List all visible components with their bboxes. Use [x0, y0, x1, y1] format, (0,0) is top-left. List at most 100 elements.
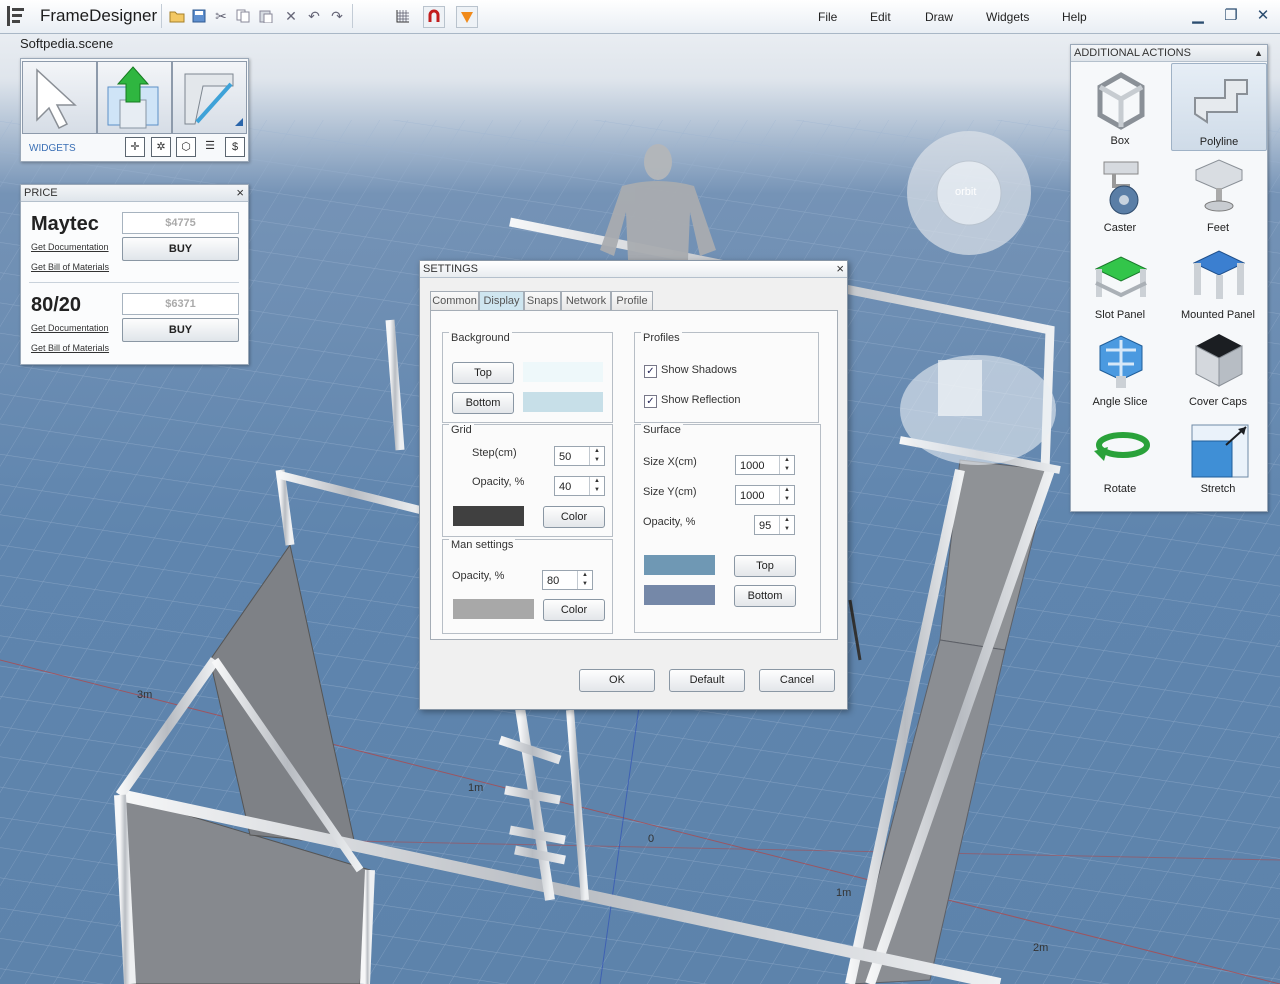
ok-button[interactable]: OK — [579, 669, 655, 692]
cursor-icon — [36, 68, 77, 130]
save-icon[interactable] — [189, 6, 209, 26]
menu-widgets[interactable]: Widgets — [986, 10, 1029, 24]
background-top-button[interactable]: Top — [452, 362, 514, 384]
close-icon[interactable]: × — [236, 185, 244, 201]
app-logo-icon — [6, 5, 26, 27]
menu-help[interactable]: Help — [1062, 10, 1087, 24]
tab-common[interactable]: Common — [430, 291, 479, 312]
spinner-arrows-icon[interactable]: ▲ ▼ — [589, 447, 604, 465]
menu-draw[interactable]: Draw — [925, 10, 953, 24]
surface-group-title: Surface — [641, 424, 683, 436]
restore-icon[interactable]: ❐ — [1220, 6, 1242, 26]
minimize-icon[interactable]: ▁ — [1187, 6, 1209, 26]
box-icon — [1097, 72, 1145, 130]
cube-widget-icon[interactable]: ⬡ — [176, 137, 196, 157]
draw-profile-tool-button[interactable] — [172, 61, 247, 134]
bill-of-materials-link[interactable]: Get Bill of Materials — [31, 343, 109, 353]
grid-color-swatch[interactable] — [453, 506, 524, 526]
settings-title: SETTINGS — [423, 263, 479, 275]
action-feet[interactable]: Feet — [1171, 150, 1265, 236]
action-polyline[interactable]: Polyline — [1171, 63, 1267, 151]
tab-snaps[interactable]: Snaps — [524, 291, 561, 312]
scale-label-3m: 3m — [137, 689, 153, 701]
delete-icon[interactable]: ✕ — [281, 6, 301, 26]
size-y-spinner[interactable]: 1000 ▲ ▼ — [735, 485, 795, 505]
surface-opacity-spinner[interactable]: 95 ▲ ▼ — [754, 515, 795, 535]
spinner-arrows-icon[interactable]: ▲ ▼ — [779, 486, 794, 504]
slot-panel-icon — [1094, 256, 1148, 298]
action-angle-slice[interactable]: Angle Slice — [1073, 324, 1167, 410]
show-shadows-label: Show Shadows — [661, 364, 737, 376]
grid-opacity-label: Opacity, % — [472, 476, 525, 488]
settings-dialog: SETTINGS × Common Display Snaps Network … — [419, 260, 848, 710]
show-reflection-checkbox[interactable]: ✓ — [644, 395, 657, 408]
surface-top-button[interactable]: Top — [734, 555, 796, 577]
man-color-swatch[interactable] — [453, 599, 534, 619]
scale-label-1m-left: 1m — [468, 782, 484, 794]
surface-bottom-swatch[interactable] — [644, 585, 715, 605]
action-stretch[interactable]: Stretch — [1171, 411, 1265, 497]
action-box[interactable]: Box — [1073, 63, 1167, 149]
grid-icon[interactable] — [393, 6, 413, 26]
snap-icon[interactable] — [456, 6, 478, 28]
price-widget-icon[interactable]: $ — [225, 137, 245, 157]
action-rotate[interactable]: Rotate — [1073, 411, 1167, 497]
grid-opacity-value: 40 — [559, 481, 572, 493]
action-cover-caps[interactable]: Cover Caps — [1171, 324, 1265, 410]
action-slot-panel[interactable]: Slot Panel — [1073, 237, 1167, 323]
grid-step-spinner[interactable]: 50 ▲ ▼ — [554, 446, 605, 466]
cut-icon[interactable]: ✂ — [211, 6, 231, 26]
spinner-arrows-icon[interactable]: ▲ ▼ — [779, 516, 794, 534]
action-caster[interactable]: Caster — [1073, 150, 1167, 236]
spinner-arrows-icon[interactable]: ▲ ▼ — [577, 571, 592, 589]
insert-tool-button[interactable] — [97, 61, 172, 134]
undo-icon[interactable]: ↶ — [304, 6, 324, 26]
copy-icon[interactable] — [233, 6, 253, 26]
grid-opacity-spinner[interactable]: 40 ▲ ▼ — [554, 476, 605, 496]
spinner-arrows-icon[interactable]: ▲ ▼ — [589, 477, 604, 495]
background-bottom-swatch[interactable] — [523, 392, 603, 412]
redo-icon[interactable]: ↷ — [327, 6, 347, 26]
toolbar-separator — [161, 4, 162, 28]
paste-icon[interactable] — [256, 6, 276, 26]
man-opacity-spinner[interactable]: 80 ▲ ▼ — [542, 570, 593, 590]
tab-profile[interactable]: Profile — [611, 291, 653, 312]
default-button[interactable]: Default — [669, 669, 745, 692]
additional-actions-header: ADDITIONAL ACTIONS ▲ — [1071, 45, 1267, 62]
profiles-group-title: Profiles — [641, 332, 682, 344]
man-color-button[interactable]: Color — [543, 599, 605, 621]
rotate-widget-icon[interactable]: ✲ — [151, 137, 171, 157]
background-top-swatch[interactable] — [523, 362, 603, 382]
origin-label: 0 — [648, 833, 655, 845]
list-widget-icon[interactable]: ☰ — [201, 137, 219, 155]
menu-file[interactable]: File — [818, 10, 837, 24]
buy-button[interactable]: BUY — [122, 318, 239, 342]
move-widget-icon[interactable]: ✛ — [125, 137, 145, 157]
spinner-arrows-icon[interactable]: ▲ ▼ — [779, 456, 794, 474]
close-icon[interactable]: × — [836, 261, 844, 277]
size-x-spinner[interactable]: 1000 ▲ ▼ — [735, 455, 795, 475]
tab-display[interactable]: Display — [479, 291, 524, 312]
show-shadows-checkbox[interactable]: ✓ — [644, 365, 657, 378]
action-mounted-panel[interactable]: Mounted Panel — [1171, 237, 1265, 323]
surface-top-swatch[interactable] — [644, 555, 715, 575]
select-tool-button[interactable] — [22, 61, 97, 134]
documentation-link[interactable]: Get Documentation — [31, 242, 109, 252]
close-window-icon[interactable]: ✕ — [1252, 6, 1274, 26]
open-icon[interactable] — [167, 6, 187, 26]
grid-color-button[interactable]: Color — [543, 506, 605, 528]
menu-edit[interactable]: Edit — [870, 10, 891, 24]
collapse-icon[interactable]: ▲ — [1254, 45, 1263, 61]
magnet-icon[interactable] — [423, 6, 445, 28]
buy-button[interactable]: BUY — [122, 237, 239, 261]
tab-network[interactable]: Network — [561, 291, 611, 312]
documentation-link[interactable]: Get Documentation — [31, 323, 109, 333]
price-panel-header: PRICE × — [21, 185, 248, 202]
cancel-button[interactable]: Cancel — [759, 669, 835, 692]
feet-icon — [1195, 159, 1243, 212]
bill-of-materials-link[interactable]: Get Bill of Materials — [31, 262, 109, 272]
surface-bottom-button[interactable]: Bottom — [734, 585, 796, 607]
man-opacity-value: 80 — [547, 575, 560, 587]
widgets-panel: WIDGETS ✛ ✲ ⬡ ☰ $ — [20, 58, 249, 162]
background-bottom-button[interactable]: Bottom — [452, 392, 514, 414]
